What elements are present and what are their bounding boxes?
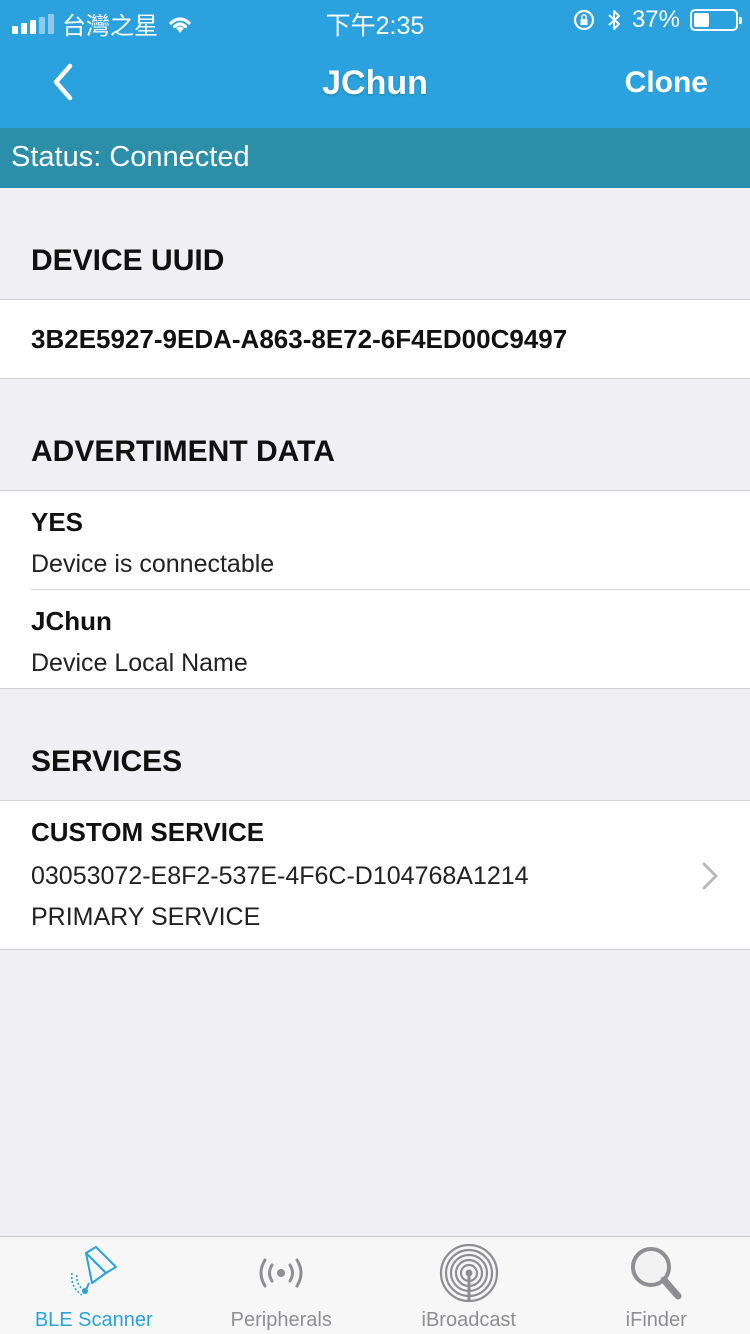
ble-scanner-icon: [70, 1246, 117, 1296]
tab-ibroadcast[interactable]: iBroadcast: [375, 1237, 563, 1334]
local-name-label: Device Local Name: [31, 649, 248, 677]
connectable-label: Device is connectable: [31, 550, 275, 578]
bluetooth-icon: [608, 10, 620, 30]
clone-button[interactable]: Clone: [625, 66, 708, 100]
service-row-custom-service[interactable]: CUSTOM SERVICE 03053072-E8F2-537E-4F6C-D…: [0, 801, 750, 950]
service-type: PRIMARY SERVICE: [31, 903, 261, 931]
tab-label-ble-scanner: BLE Scanner: [34, 1309, 153, 1331]
connection-status-banner: Status: Connected: [0, 128, 750, 188]
section-header-device-uuid: DEVICE UUID: [0, 188, 750, 300]
device-detail-list: DEVICE UUID 3B2E5927-9EDA-A863-8E72-6F4E…: [0, 188, 750, 950]
device-uuid-value: 3B2E5927-9EDA-A863-8E72-6F4ED00C9497: [0, 300, 750, 379]
ibroadcast-icon: [439, 1243, 498, 1303]
ifinder-icon: [631, 1247, 682, 1300]
status-right-group: 37%: [572, 6, 742, 34]
local-name-value: JChun: [31, 606, 112, 636]
tab-bar: BLE Scanner Peripherals iBroadcast iFind…: [0, 1236, 750, 1334]
service-name: CUSTOM SERVICE: [31, 817, 265, 847]
list-item-local-name: JChun Device Local Name: [0, 590, 750, 689]
ios-status-bar: 台灣之星 下午2:35 37%: [0, 0, 750, 40]
chevron-right-icon: [702, 862, 718, 890]
peripherals-icon: [259, 1258, 303, 1288]
navigation-bar: JChun Clone: [0, 40, 750, 128]
battery-percent: 37%: [631, 6, 680, 33]
tab-ble-scanner[interactable]: BLE Scanner: [0, 1237, 188, 1334]
battery-icon: [690, 9, 742, 31]
tab-peripherals[interactable]: Peripherals: [188, 1237, 376, 1334]
section-header-advertisement-data: ADVERTIMENT DATA: [0, 379, 750, 491]
tab-label-ibroadcast: iBroadcast: [421, 1309, 517, 1331]
list-item-connectable: YES Device is connectable: [0, 491, 750, 590]
tab-label-peripherals: Peripherals: [230, 1309, 332, 1331]
connectable-value: YES: [31, 507, 84, 537]
service-uuid: 03053072-E8F2-537E-4F6C-D104768A1214: [31, 862, 529, 890]
tab-ifinder[interactable]: iFinder: [563, 1237, 750, 1334]
tab-label-ifinder: iFinder: [625, 1309, 687, 1331]
section-header-services: SERVICES: [0, 689, 750, 801]
rotation-lock-icon: [573, 9, 595, 31]
